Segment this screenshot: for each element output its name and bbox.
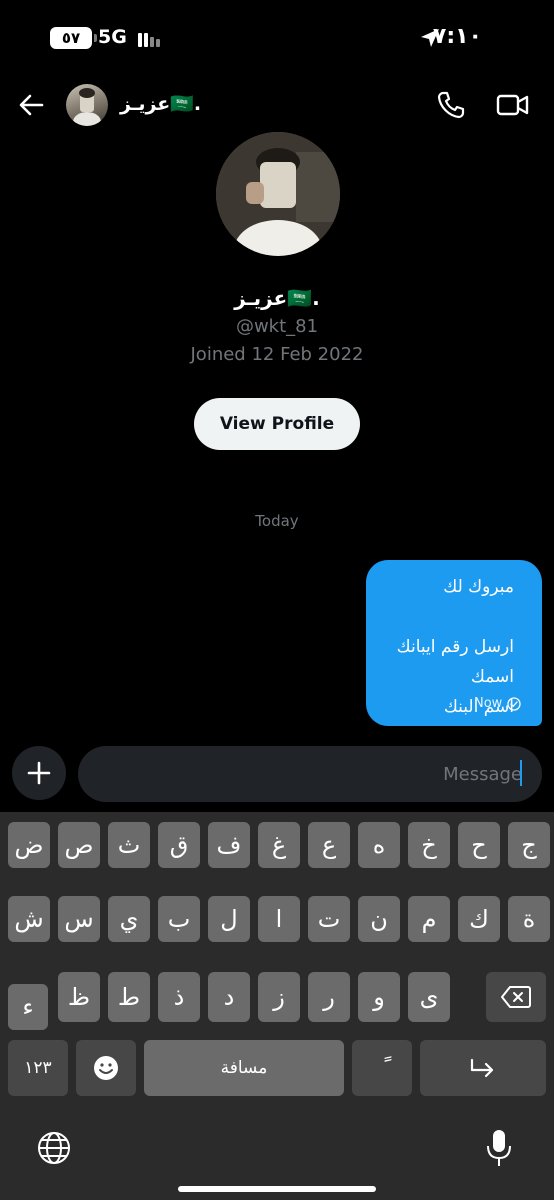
key[interactable]: ف — [208, 822, 250, 868]
video-camera-icon[interactable] — [496, 90, 530, 120]
date-divider: Today — [255, 512, 299, 530]
key[interactable]: ش — [8, 896, 50, 942]
header-contact-name[interactable]: عزيـز🇸🇦. — [120, 92, 201, 115]
check-circle-icon — [507, 696, 521, 711]
key[interactable]: خ — [408, 822, 450, 868]
message-bubble[interactable]: مبروك لك ارسل رقم ايبانك اسمك اسم البنك … — [366, 560, 542, 726]
emoji-icon — [94, 1056, 118, 1080]
key[interactable]: س — [58, 896, 100, 942]
profile-name: عزيـز🇸🇦. — [234, 286, 320, 310]
key[interactable]: ق — [158, 822, 200, 868]
key[interactable]: و — [358, 972, 400, 1022]
conversation-header: عزيـز🇸🇦. — [0, 78, 554, 138]
globe-icon[interactable] — [36, 1130, 72, 1166]
backspace-icon — [501, 986, 531, 1008]
key[interactable]: ر — [308, 972, 350, 1022]
message-time: Now — [474, 696, 503, 711]
key[interactable]: ن — [358, 896, 400, 942]
return-icon — [470, 1058, 494, 1078]
key[interactable]: ك — [458, 896, 500, 942]
message-meta: Now — [474, 696, 521, 711]
back-arrow-icon[interactable] — [16, 90, 46, 120]
key[interactable]: ض — [8, 822, 50, 868]
keyboard: ضصثقفغعهخحج شسيبلاتنمكة ظطذدزروى — [0, 812, 554, 1200]
key[interactable]: د — [208, 972, 250, 1022]
diacritic-key[interactable]: ً — [352, 1040, 412, 1096]
key[interactable]: ه — [358, 822, 400, 868]
space-key[interactable]: مسافة — [144, 1040, 344, 1096]
key[interactable]: ا — [258, 896, 300, 942]
key[interactable]: غ — [258, 822, 300, 868]
view-profile-button[interactable]: View Profile — [194, 398, 360, 450]
key[interactable]: ى — [408, 972, 450, 1022]
profile-handle: @wkt_81 — [235, 316, 319, 337]
network-type: 5G — [98, 26, 127, 48]
key[interactable]: ع — [308, 822, 350, 868]
avatar[interactable] — [66, 84, 108, 126]
profile-joined-date: Joined 12 Feb 2022 — [190, 344, 364, 365]
key[interactable]: ز — [258, 972, 300, 1022]
plus-icon — [27, 761, 51, 785]
text-caret — [520, 760, 522, 786]
numbers-key[interactable]: ١٢٣ — [8, 1040, 68, 1096]
key[interactable]: ذ — [158, 972, 200, 1022]
battery-indicator: ٥٧ — [50, 27, 97, 49]
key[interactable]: ظ — [58, 972, 100, 1022]
key[interactable]: ص — [58, 822, 100, 868]
key[interactable]: م — [408, 896, 450, 942]
status-bar: ٥٧ 5G ٧:١٠ — [0, 0, 554, 78]
profile-avatar[interactable] — [216, 132, 340, 256]
backspace-key[interactable] — [486, 972, 546, 1022]
key[interactable]: ح — [458, 822, 500, 868]
key[interactable]: ء — [8, 984, 48, 1030]
home-indicator — [178, 1186, 376, 1192]
key[interactable]: ل — [208, 896, 250, 942]
key[interactable]: ث — [108, 822, 150, 868]
signal-icon — [138, 29, 164, 47]
add-media-button[interactable] — [12, 746, 66, 800]
key[interactable]: ي — [108, 896, 150, 942]
key[interactable]: ت — [308, 896, 350, 942]
key[interactable]: ب — [158, 896, 200, 942]
key[interactable]: ة — [508, 896, 550, 942]
microphone-icon[interactable] — [486, 1128, 512, 1168]
clock: ٧:١٠ — [432, 24, 482, 49]
message-input[interactable] — [78, 746, 542, 802]
key[interactable]: ج — [508, 822, 550, 868]
key[interactable]: ط — [108, 972, 150, 1022]
phone-icon[interactable] — [436, 90, 466, 120]
return-key[interactable] — [420, 1040, 546, 1096]
emoji-key[interactable] — [76, 1040, 136, 1096]
